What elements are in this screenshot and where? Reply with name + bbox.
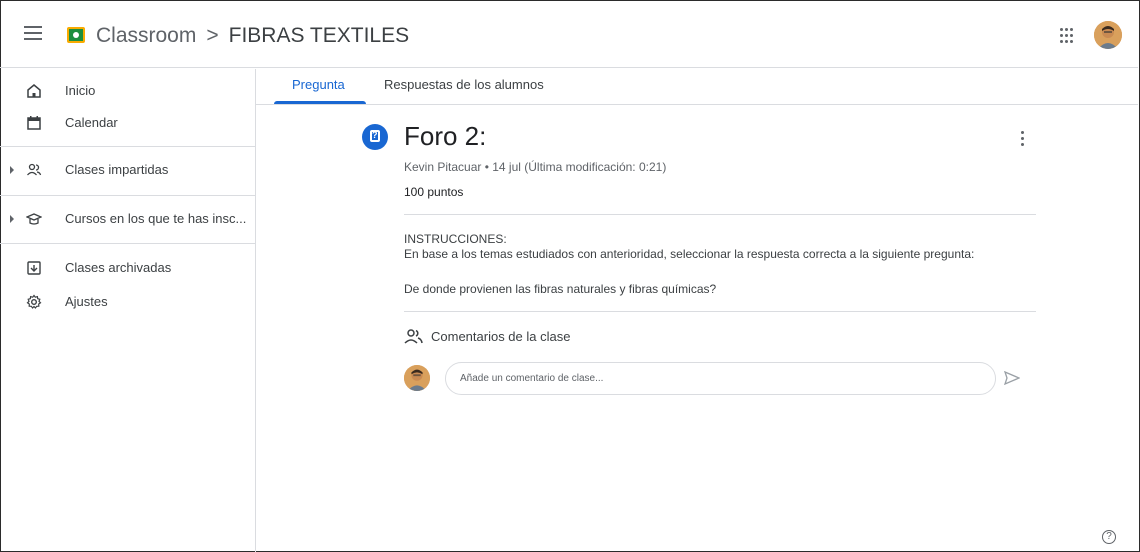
tab-pregunta[interactable]: Pregunta: [292, 77, 345, 92]
breadcrumb-separator: >: [206, 24, 219, 47]
home-icon: [27, 84, 41, 98]
expand-caret-icon[interactable]: [10, 166, 14, 174]
sidebar-item-label: Clases impartidas: [65, 162, 169, 177]
sidebar-item-label: Calendar: [65, 115, 118, 130]
expand-caret-icon[interactable]: [10, 215, 14, 223]
avatar-face-icon: [1094, 21, 1122, 49]
school-icon: [26, 213, 42, 225]
sidebar-item-calendar[interactable]: Calendar: [0, 107, 255, 139]
calendar-icon: [27, 116, 41, 130]
post-points: 100 puntos: [404, 185, 464, 199]
sidebar-item-label: Clases archivadas: [65, 260, 172, 275]
tab-respuestas-alumnos[interactable]: Respuestas de los alumnos: [384, 77, 544, 92]
sidebar-item-ajustes[interactable]: Ajustes: [0, 286, 255, 318]
sidebar-divider: [0, 195, 255, 196]
sidebar-item-label: Cursos en los que te has insc...: [65, 211, 247, 226]
main-menu-icon[interactable]: [24, 26, 42, 40]
people-comments-icon: [404, 329, 423, 344]
class-comment-input[interactable]: [445, 362, 996, 395]
help-icon[interactable]: ?: [1102, 530, 1116, 544]
post-meta: Kevin Pitacuar • 14 jul (Última modifica…: [404, 160, 667, 174]
avatar-face-icon: [404, 365, 430, 391]
content-divider: [404, 311, 1036, 312]
send-icon[interactable]: [1004, 371, 1020, 385]
class-comments-label: Comentarios de la clase: [431, 329, 571, 344]
active-tab-indicator: [274, 101, 366, 104]
google-apps-icon[interactable]: [1060, 28, 1076, 44]
post-title: Foro 2:: [404, 121, 487, 151]
sidebar-item-inicio[interactable]: Inicio: [0, 75, 255, 107]
sidebar-item-label: Inicio: [65, 83, 96, 98]
sidebar-divider: [0, 243, 255, 244]
account-avatar[interactable]: [1094, 21, 1122, 49]
instructions-title: INSTRUCCIONES:: [404, 232, 507, 246]
sidebar: Inicio Calendar Clases impartidas Cursos…: [0, 69, 256, 552]
breadcrumb-class-name[interactable]: FIBRAS TEXTILES: [229, 24, 410, 47]
archive-icon: [27, 261, 41, 275]
sidebar-item-clases-impartidas[interactable]: Clases impartidas: [0, 154, 255, 186]
sidebar-item-cursos-inscritos[interactable]: Cursos en los que te has insc...: [0, 203, 255, 235]
top-app-bar: Classroom > FIBRAS TEXTILES: [0, 0, 1138, 68]
commenter-avatar: [404, 365, 430, 391]
more-options-icon[interactable]: [1020, 131, 1026, 149]
instructions-body: En base a los temas estudiados con anter…: [404, 247, 975, 261]
question-assignment-icon: [362, 124, 388, 150]
post-instructions: INSTRUCCIONES: En base a los temas estud…: [404, 232, 974, 262]
sidebar-item-clases-archivadas[interactable]: Clases archivadas: [0, 252, 255, 284]
post-question: De donde provienen las fibras naturales …: [404, 282, 717, 296]
sidebar-divider: [0, 146, 255, 147]
tab-bar: Pregunta Respuestas de los alumnos: [256, 69, 1138, 105]
classroom-logo-icon[interactable]: [67, 27, 85, 43]
breadcrumb-app-name[interactable]: Classroom: [96, 24, 196, 47]
sidebar-item-label: Ajustes: [65, 294, 108, 309]
people-icon: [27, 163, 42, 176]
content-divider: [404, 214, 1036, 215]
gear-icon: [26, 294, 42, 309]
breadcrumb: Classroom > FIBRAS TEXTILES: [96, 24, 409, 48]
